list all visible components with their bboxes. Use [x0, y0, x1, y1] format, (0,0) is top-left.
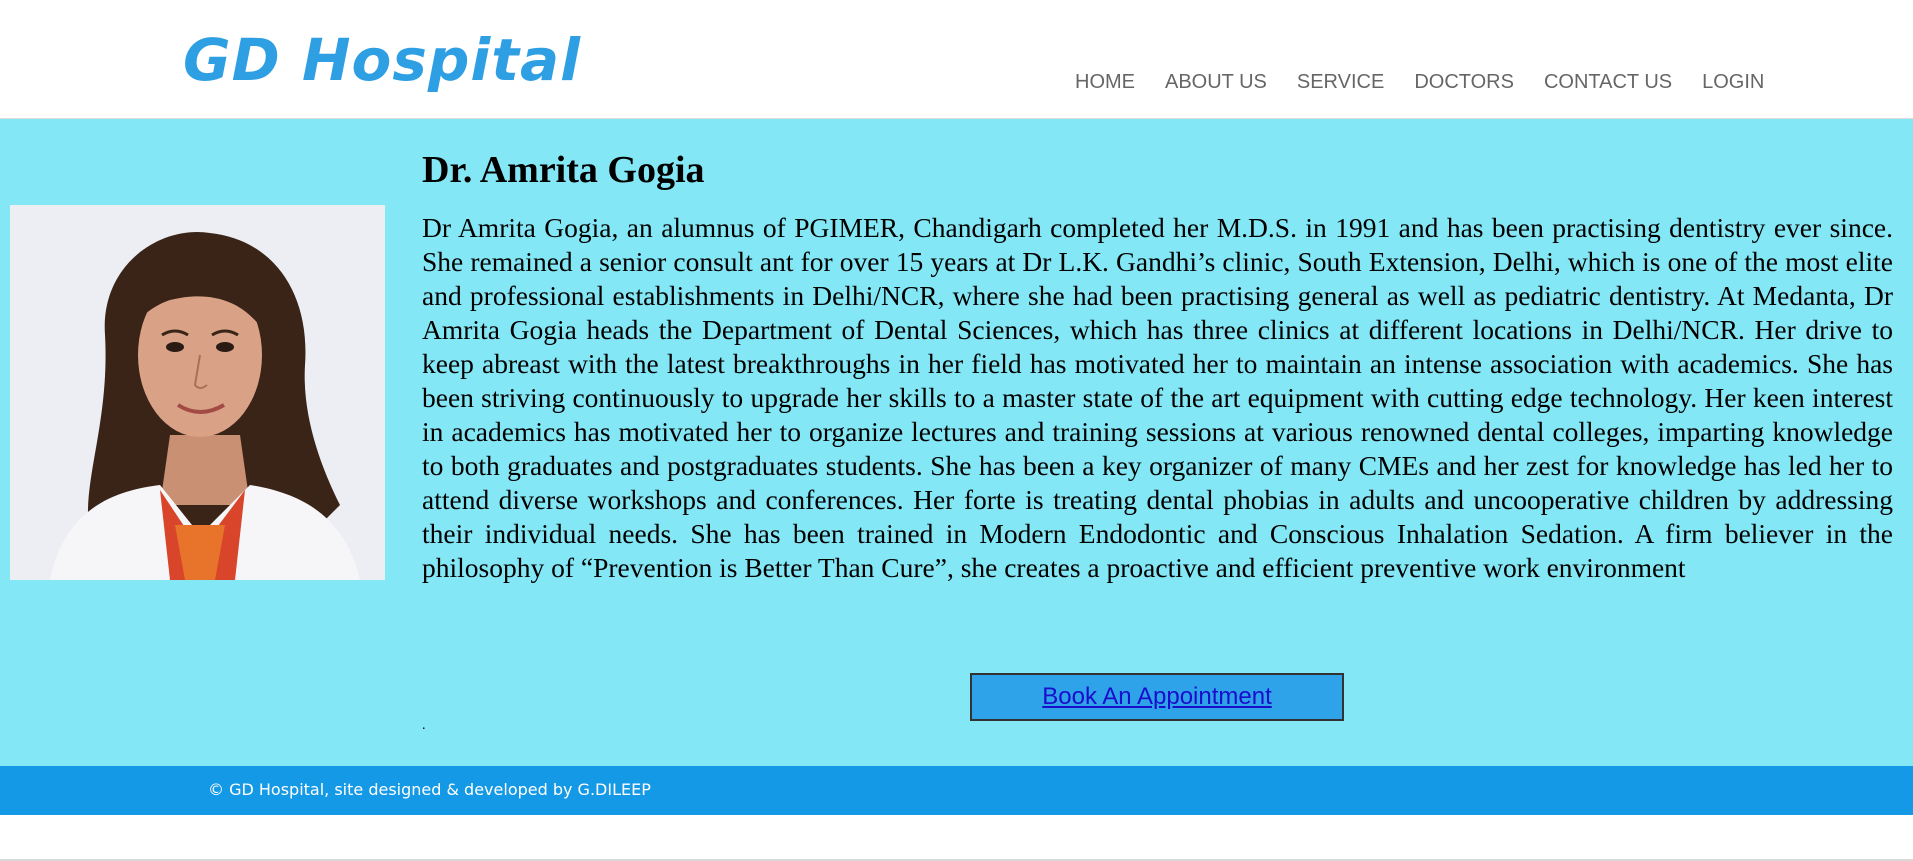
- doctor-profile-section: Dr. Amrita Gogia Dr Amrita Gogia, an alu…: [0, 119, 1913, 766]
- footer-copyright: © GD Hospital, site designed & developed…: [208, 780, 651, 799]
- book-appointment-link[interactable]: Book An Appointment: [1042, 683, 1272, 711]
- nav-home[interactable]: HOME: [1075, 70, 1135, 94]
- book-appointment-button[interactable]: Book An Appointment: [970, 673, 1344, 721]
- doctor-photo: [10, 205, 385, 580]
- nav-service[interactable]: SERVICE: [1297, 70, 1384, 94]
- nav-login[interactable]: LOGIN: [1702, 70, 1764, 94]
- doctor-name: Dr. Amrita Gogia: [422, 149, 705, 191]
- site-logo[interactable]: GD Hospital: [183, 22, 581, 98]
- nav-about-us[interactable]: ABOUT US: [1165, 70, 1267, 94]
- nav-doctors[interactable]: DOCTORS: [1414, 70, 1514, 94]
- main-nav: HOME ABOUT US SERVICE DOCTORS CONTACT US…: [1075, 70, 1794, 94]
- site-footer: © GD Hospital, site designed & developed…: [0, 766, 1913, 815]
- site-header: GD Hospital HOME ABOUT US SERVICE DOCTOR…: [0, 0, 1913, 119]
- doctor-bio: Dr Amrita Gogia, an alumnus of PGIMER, C…: [422, 212, 1893, 583]
- trailing-mark: .: [422, 718, 426, 733]
- doctor-portrait-image: [10, 205, 385, 580]
- nav-contact-us[interactable]: CONTACT US: [1544, 70, 1672, 94]
